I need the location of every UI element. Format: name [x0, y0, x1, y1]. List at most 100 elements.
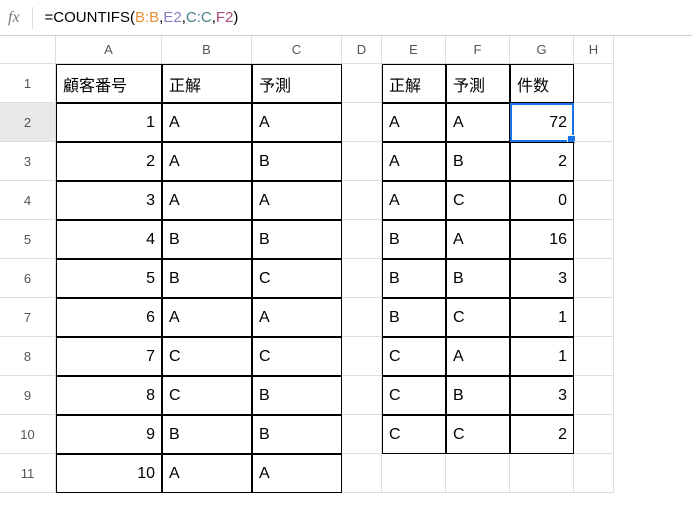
- cell-B10[interactable]: B: [162, 415, 252, 454]
- formula-input[interactable]: =COUNTIFS(B:B,E2,C:C,F2): [45, 9, 684, 26]
- row-header-3[interactable]: 3: [0, 142, 56, 181]
- cell-D1[interactable]: [342, 64, 382, 103]
- cell-G8[interactable]: 1: [510, 337, 574, 376]
- cell-G6[interactable]: 3: [510, 259, 574, 298]
- cell-H4[interactable]: [574, 181, 614, 220]
- cell-D2[interactable]: [342, 103, 382, 142]
- cell-G9[interactable]: 3: [510, 376, 574, 415]
- cell-B11[interactable]: A: [162, 454, 252, 493]
- cell-B4[interactable]: A: [162, 181, 252, 220]
- cell-H6[interactable]: [574, 259, 614, 298]
- cell-E7[interactable]: B: [382, 298, 446, 337]
- col-header-D[interactable]: D: [342, 36, 382, 64]
- row-header-5[interactable]: 5: [0, 220, 56, 259]
- cell-G11[interactable]: [510, 454, 574, 493]
- cell-D8[interactable]: [342, 337, 382, 376]
- col-header-F[interactable]: F: [446, 36, 510, 64]
- cell-A9[interactable]: 8: [56, 376, 162, 415]
- cell-C10[interactable]: B: [252, 415, 342, 454]
- cell-F11[interactable]: [446, 454, 510, 493]
- cell-D6[interactable]: [342, 259, 382, 298]
- cell-B1[interactable]: 正解: [162, 64, 252, 103]
- cell-A5[interactable]: 4: [56, 220, 162, 259]
- cell-B3[interactable]: A: [162, 142, 252, 181]
- cell-H3[interactable]: [574, 142, 614, 181]
- cell-G10[interactable]: 2: [510, 415, 574, 454]
- cell-C4[interactable]: A: [252, 181, 342, 220]
- cell-F1[interactable]: 予測: [446, 64, 510, 103]
- cell-F7[interactable]: C: [446, 298, 510, 337]
- cell-C8[interactable]: C: [252, 337, 342, 376]
- cell-E3[interactable]: A: [382, 142, 446, 181]
- cell-A3[interactable]: 2: [56, 142, 162, 181]
- cell-F10[interactable]: C: [446, 415, 510, 454]
- cell-D4[interactable]: [342, 181, 382, 220]
- row-header-7[interactable]: 7: [0, 298, 56, 337]
- col-header-C[interactable]: C: [252, 36, 342, 64]
- cell-B6[interactable]: B: [162, 259, 252, 298]
- row-header-11[interactable]: 11: [0, 454, 56, 493]
- cell-F8[interactable]: A: [446, 337, 510, 376]
- cell-E2[interactable]: A: [382, 103, 446, 142]
- cell-D11[interactable]: [342, 454, 382, 493]
- cell-E11[interactable]: [382, 454, 446, 493]
- row-header-9[interactable]: 9: [0, 376, 56, 415]
- cell-C11[interactable]: A: [252, 454, 342, 493]
- cell-H8[interactable]: [574, 337, 614, 376]
- cell-C6[interactable]: C: [252, 259, 342, 298]
- cell-F3[interactable]: B: [446, 142, 510, 181]
- cell-E1[interactable]: 正解: [382, 64, 446, 103]
- row-header-2[interactable]: 2: [0, 103, 56, 142]
- col-header-E[interactable]: E: [382, 36, 446, 64]
- col-header-H[interactable]: H: [574, 36, 614, 64]
- cell-F5[interactable]: A: [446, 220, 510, 259]
- cell-D10[interactable]: [342, 415, 382, 454]
- cell-A11[interactable]: 10: [56, 454, 162, 493]
- row-header-6[interactable]: 6: [0, 259, 56, 298]
- cell-C3[interactable]: B: [252, 142, 342, 181]
- cell-F6[interactable]: B: [446, 259, 510, 298]
- cell-E8[interactable]: C: [382, 337, 446, 376]
- col-header-B[interactable]: B: [162, 36, 252, 64]
- cell-C7[interactable]: A: [252, 298, 342, 337]
- row-header-8[interactable]: 8: [0, 337, 56, 376]
- cell-E9[interactable]: C: [382, 376, 446, 415]
- cell-E4[interactable]: A: [382, 181, 446, 220]
- cell-D5[interactable]: [342, 220, 382, 259]
- cell-G2-selected[interactable]: 72: [510, 103, 574, 142]
- col-header-G[interactable]: G: [510, 36, 574, 64]
- cell-D7[interactable]: [342, 298, 382, 337]
- cell-A7[interactable]: 6: [56, 298, 162, 337]
- cell-G5[interactable]: 16: [510, 220, 574, 259]
- cell-H5[interactable]: [574, 220, 614, 259]
- cell-H11[interactable]: [574, 454, 614, 493]
- cell-B2[interactable]: A: [162, 103, 252, 142]
- cell-A1[interactable]: 顧客番号: [56, 64, 162, 103]
- cell-D9[interactable]: [342, 376, 382, 415]
- cell-C2[interactable]: A: [252, 103, 342, 142]
- row-header-10[interactable]: 10: [0, 415, 56, 454]
- cell-G1[interactable]: 件数: [510, 64, 574, 103]
- cell-F4[interactable]: C: [446, 181, 510, 220]
- cell-B5[interactable]: B: [162, 220, 252, 259]
- cell-C5[interactable]: B: [252, 220, 342, 259]
- cell-C9[interactable]: B: [252, 376, 342, 415]
- select-all-corner[interactable]: [0, 36, 56, 64]
- row-header-1[interactable]: 1: [0, 64, 56, 103]
- cell-E5[interactable]: B: [382, 220, 446, 259]
- cell-A4[interactable]: 3: [56, 181, 162, 220]
- col-header-A[interactable]: A: [56, 36, 162, 64]
- cell-A2[interactable]: 1: [56, 103, 162, 142]
- cell-D3[interactable]: [342, 142, 382, 181]
- cell-F9[interactable]: B: [446, 376, 510, 415]
- cell-H7[interactable]: [574, 298, 614, 337]
- cell-B7[interactable]: A: [162, 298, 252, 337]
- cell-B8[interactable]: C: [162, 337, 252, 376]
- cell-B9[interactable]: C: [162, 376, 252, 415]
- cell-G7[interactable]: 1: [510, 298, 574, 337]
- cell-H9[interactable]: [574, 376, 614, 415]
- cell-H10[interactable]: [574, 415, 614, 454]
- cell-F2[interactable]: A: [446, 103, 510, 142]
- cell-H2[interactable]: [574, 103, 614, 142]
- cell-G4[interactable]: 0: [510, 181, 574, 220]
